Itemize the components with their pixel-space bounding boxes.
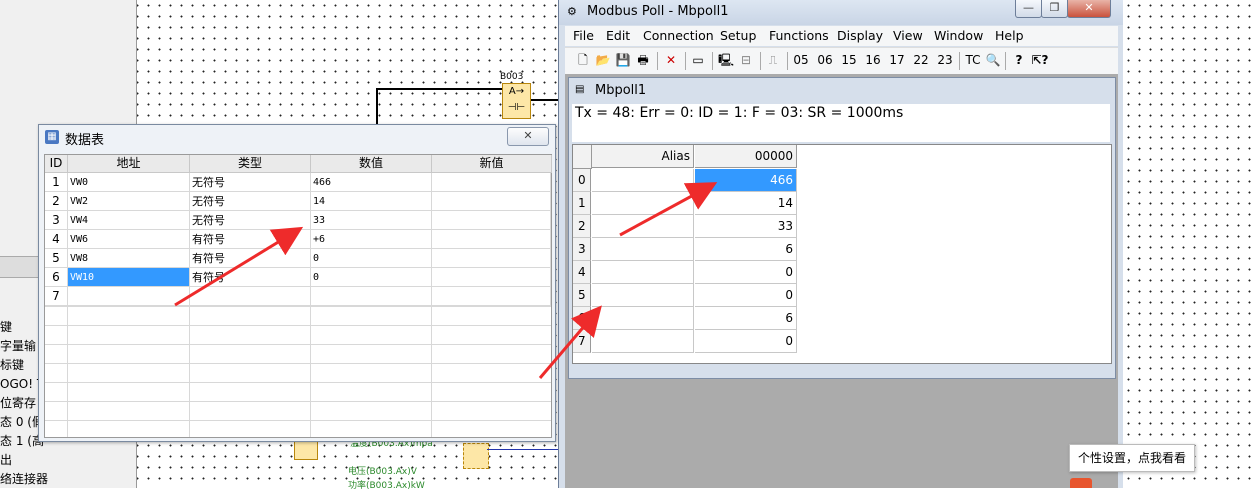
annotation-arrows [174,182,718,379]
arrow-annotation [619,182,718,237]
arrow-annotation [538,305,602,379]
arrow-annotation [174,226,304,307]
